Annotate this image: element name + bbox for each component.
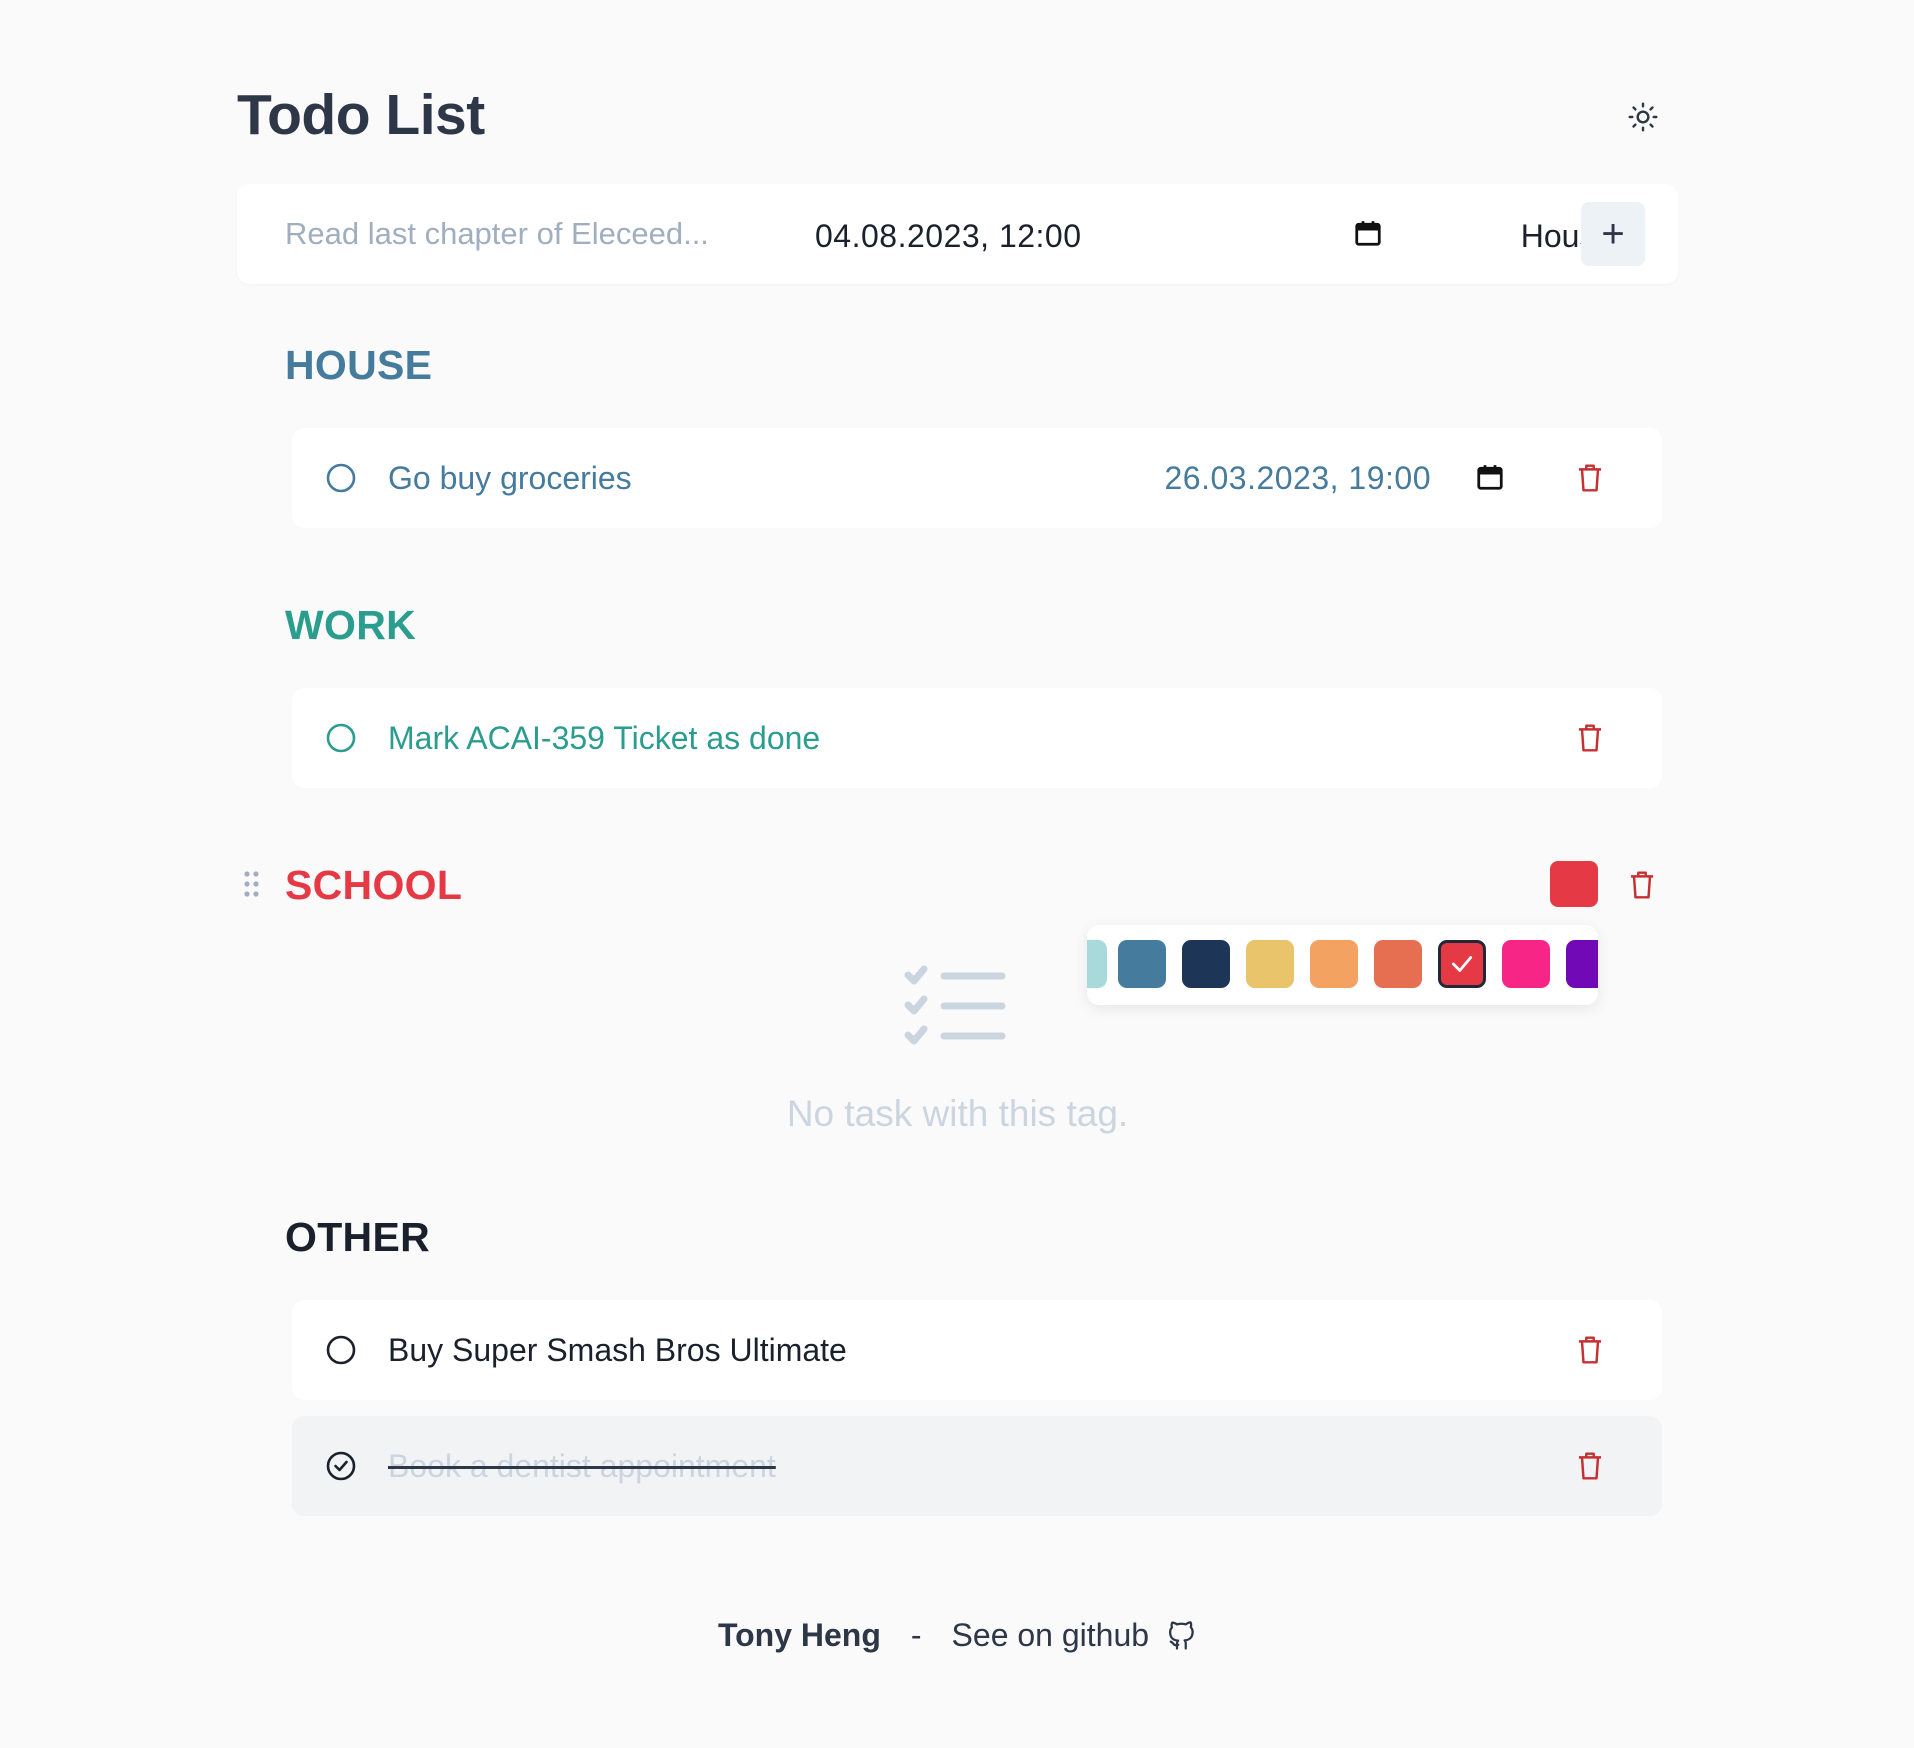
- color-swatch-selected[interactable]: [1438, 940, 1486, 988]
- empty-state-text: No task with this tag.: [786, 1093, 1129, 1134]
- task-item: Mark ACAI-359 Ticket as done: [292, 688, 1662, 788]
- color-swatch[interactable]: [1566, 940, 1598, 988]
- task-label: Buy Super Smash Bros Ultimate: [388, 1332, 847, 1368]
- circle-checkbox-icon[interactable]: [325, 722, 357, 754]
- trash-icon[interactable]: [1627, 869, 1657, 901]
- color-swatch[interactable]: [1182, 940, 1230, 988]
- task-label: Book a dentist appointment: [388, 1448, 776, 1484]
- page-title: Todo List: [237, 83, 485, 147]
- color-palette-popover: [1087, 925, 1598, 1005]
- color-swatch[interactable]: [1118, 940, 1166, 988]
- trash-icon[interactable]: [1575, 722, 1605, 754]
- task-label: Go buy groceries: [388, 460, 632, 496]
- footer-author: Tony Heng: [717, 1617, 881, 1653]
- checked-circle-icon[interactable]: [325, 1450, 357, 1482]
- color-swatch[interactable]: [1246, 940, 1294, 988]
- circle-checkbox-icon[interactable]: [325, 1334, 357, 1366]
- trash-icon[interactable]: [1575, 1334, 1605, 1366]
- github-link[interactable]: See on github: [952, 1617, 1198, 1654]
- sun-icon: [1628, 102, 1658, 132]
- github-link-text: See on github: [951, 1617, 1150, 1653]
- theme-toggle-button[interactable]: [1623, 97, 1663, 137]
- section-title-school: SCHOOL: [285, 862, 463, 908]
- drag-handle-icon[interactable]: [242, 870, 262, 900]
- task-item-completed: Book a dentist appointment: [292, 1416, 1662, 1516]
- add-task-button[interactable]: +: [1581, 202, 1645, 266]
- task-label: Mark ACAI-359 Ticket as done: [388, 720, 821, 756]
- color-swatch[interactable]: [1374, 940, 1422, 988]
- trash-icon[interactable]: [1575, 462, 1605, 494]
- github-icon: [1169, 1620, 1194, 1650]
- color-swatch[interactable]: [1502, 940, 1550, 988]
- todo-app: Todo List 04.08.2023, 12:00 House + HOUS…: [237, 0, 1678, 1748]
- circle-checkbox-icon[interactable]: [325, 462, 357, 494]
- trash-icon[interactable]: [1575, 1450, 1605, 1482]
- color-swatch[interactable]: [1087, 940, 1107, 988]
- footer-separator: -: [910, 1617, 922, 1653]
- calendar-icon[interactable]: [1353, 218, 1383, 248]
- new-task-date-field[interactable]: 04.08.2023, 12:00: [815, 218, 1082, 255]
- section-title-work: WORK: [285, 602, 417, 648]
- footer: Tony Heng - See on github: [237, 1617, 1678, 1654]
- checkmark-icon: [1451, 956, 1473, 972]
- section-title-house: HOUSE: [285, 342, 433, 388]
- add-task-form: 04.08.2023, 12:00 House +: [237, 184, 1678, 284]
- task-item: Buy Super Smash Bros Ultimate: [292, 1300, 1662, 1400]
- calendar-icon[interactable]: [1475, 462, 1505, 492]
- task-item: Go buy groceries 26.03.2023, 19:00: [292, 428, 1662, 528]
- tag-color-button[interactable]: [1550, 861, 1598, 907]
- task-due-date[interactable]: 26.03.2023, 19:00: [1164, 460, 1431, 497]
- section-title-other: OTHER: [285, 1214, 430, 1260]
- checklist-icon: [904, 965, 1006, 1045]
- color-swatch[interactable]: [1310, 940, 1358, 988]
- new-task-input[interactable]: [285, 214, 785, 254]
